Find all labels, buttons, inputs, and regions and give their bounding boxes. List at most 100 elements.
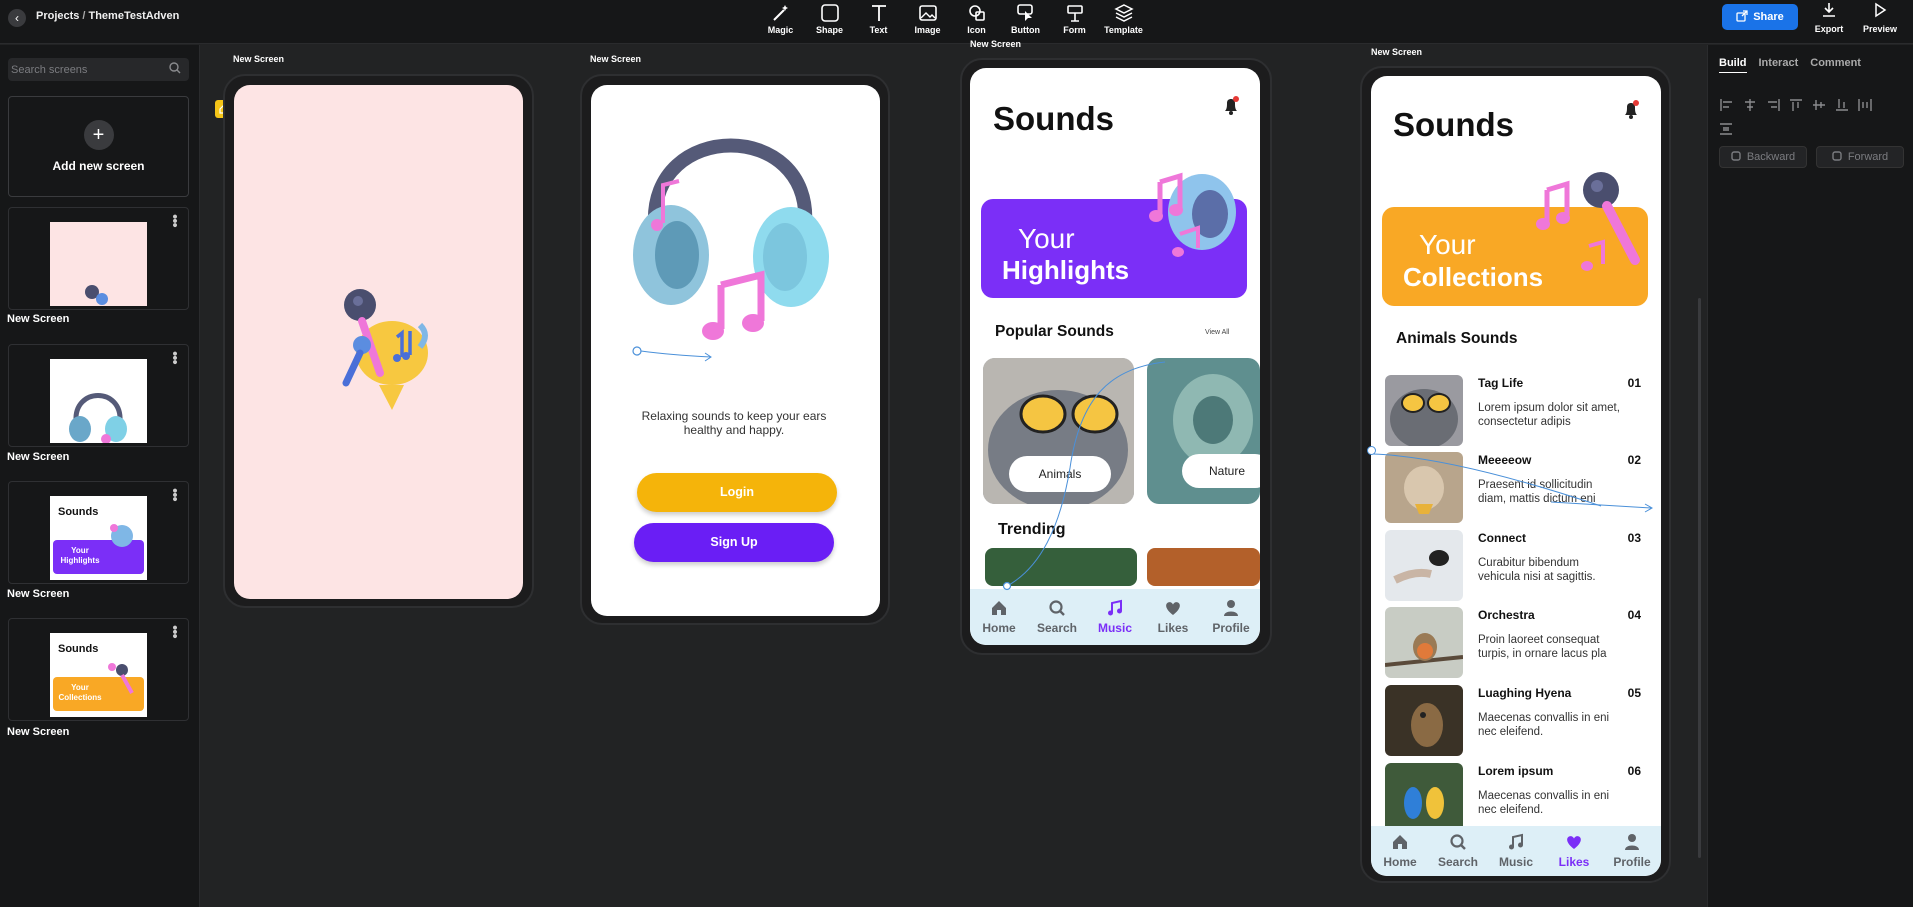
sign-up-button[interactable]: Sign Up: [634, 523, 834, 562]
nav-search[interactable]: Search: [1028, 599, 1086, 635]
item-number: 06: [1627, 764, 1641, 778]
list-item[interactable]: Lorem ipsum 06 Maecenas convallis in eni…: [1385, 763, 1647, 835]
screens-panel: + Add new screen ••• New Screen ••• New …: [0, 45, 200, 907]
welcome-screen[interactable]: Relaxing sounds to keep your ears health…: [591, 85, 880, 616]
nav-search[interactable]: Search: [1429, 833, 1487, 869]
square-icon: [819, 3, 841, 23]
list-item[interactable]: Luaghing Hyena 05 Maecenas convallis in …: [1385, 685, 1647, 757]
nav-music[interactable]: Music: [1487, 833, 1545, 869]
microphone-illustration-icon: [1536, 172, 1640, 271]
nav-profile[interactable]: Profile: [1202, 599, 1260, 635]
device-frame: Relaxing sounds to keep your ears health…: [580, 74, 890, 625]
tool-shape[interactable]: Shape: [805, 0, 854, 44]
add-new-screen-button[interactable]: + Add new screen: [8, 96, 189, 197]
align-left-icon[interactable]: [1720, 99, 1734, 114]
add-new-screen-label: Add new screen: [52, 159, 145, 173]
collections-card-line1: Your: [1419, 229, 1476, 260]
list-item[interactable]: Orchestra 04 Proin laoreet consequat tur…: [1385, 607, 1647, 679]
plus-icon: +: [83, 120, 114, 150]
tool-icon[interactable]: Icon: [952, 0, 1001, 44]
tool-magic[interactable]: Magic: [756, 0, 805, 44]
align-middle-icon[interactable]: [1812, 99, 1826, 114]
animals-card[interactable]: Animals: [983, 358, 1134, 504]
breadcrumb-projects[interactable]: Projects: [36, 10, 79, 22]
item-number: 05: [1627, 686, 1641, 700]
tool-image[interactable]: Image: [903, 0, 952, 44]
screen-thumbnail[interactable]: Sounds Your Collections •••: [8, 618, 189, 721]
align-center-icon[interactable]: [1743, 99, 1757, 114]
nav-likes[interactable]: Likes: [1144, 599, 1202, 635]
hyena-thumbnail: [1385, 685, 1463, 756]
list-item[interactable]: Connect 03 Curabitur bibendum vehicula n…: [1385, 530, 1647, 602]
section-title: Animals Sounds: [1396, 330, 1518, 347]
collections-screen[interactable]: Sounds Your Collections Animals Sounds T…: [1371, 76, 1661, 876]
item-number: 02: [1627, 453, 1641, 467]
distribute-horizontal-icon[interactable]: [1858, 99, 1872, 114]
device-frame: Sounds Your Highlights Popular Sounds Vi…: [960, 58, 1272, 655]
nav-likes[interactable]: Likes: [1545, 833, 1603, 869]
align-right-icon[interactable]: [1766, 99, 1780, 114]
view-all-link[interactable]: View All: [1205, 329, 1229, 336]
canvas-scrollbar[interactable]: [1698, 298, 1701, 858]
search-icon: [169, 61, 181, 79]
share-button[interactable]: Share: [1722, 4, 1798, 30]
tab-build[interactable]: Build: [1719, 57, 1747, 73]
distribute-vertical-icon[interactable]: [1720, 123, 1734, 138]
back-button[interactable]: ‹: [8, 9, 26, 27]
send-backward-button[interactable]: Backward: [1719, 146, 1807, 168]
music-note-icon: [1507, 833, 1525, 851]
bring-forward-button[interactable]: Forward: [1816, 146, 1904, 168]
tab-comment[interactable]: Comment: [1810, 57, 1861, 73]
nature-card[interactable]: Nature: [1147, 358, 1260, 504]
shapes-icon: [966, 3, 988, 23]
top-toolbar: ‹ Projects / ThemeTestAdven Magic Shape …: [0, 0, 1913, 44]
tab-interact[interactable]: Interact: [1759, 57, 1799, 73]
preview-button[interactable]: Preview: [1860, 2, 1900, 36]
list-item[interactable]: Tag Life 01 Lorem ipsum dolor sit amet, …: [1385, 375, 1647, 447]
export-button[interactable]: Export: [1809, 2, 1849, 36]
screen-thumbnail[interactable]: •••: [8, 344, 189, 447]
forward-label: Forward: [1847, 151, 1889, 163]
trending-autumn-card[interactable]: [1147, 548, 1260, 586]
play-icon: [1872, 2, 1888, 23]
breadcrumb-separator: /: [82, 10, 86, 22]
nav-music[interactable]: Music: [1086, 599, 1144, 635]
align-bottom-icon[interactable]: [1835, 99, 1849, 114]
notification-bell-icon[interactable]: [1622, 100, 1640, 125]
screen-thumbnail[interactable]: Sounds Your Highlights •••: [8, 481, 189, 584]
panel-tabs: Build Interact Comment: [1719, 57, 1861, 73]
insert-tools: Magic Shape Text Image Icon Button Form: [756, 0, 1148, 44]
more-options-icon[interactable]: •••: [166, 351, 183, 364]
nav-home[interactable]: Home: [1371, 833, 1429, 869]
more-options-icon[interactable]: •••: [166, 625, 183, 638]
breadcrumb: Projects / ThemeTestAdven: [36, 10, 179, 22]
tool-button[interactable]: Button: [1001, 0, 1050, 44]
more-options-icon[interactable]: •••: [166, 488, 183, 501]
tool-image-label: Image: [914, 25, 941, 35]
trending-forest-card[interactable]: [985, 548, 1137, 586]
highlights-screen[interactable]: Sounds Your Highlights Popular Sounds Vi…: [970, 68, 1260, 645]
nav-home[interactable]: Home: [970, 599, 1028, 635]
login-button[interactable]: Login: [637, 473, 837, 512]
microphone-illustration-icon: [85, 285, 108, 305]
share-label: Share: [1753, 11, 1784, 23]
connection-handle[interactable]: [1367, 446, 1376, 455]
search-input[interactable]: [11, 63, 161, 76]
align-top-icon[interactable]: [1789, 99, 1803, 114]
screen-label: New Screen: [970, 39, 1022, 49]
tool-shape-label: Shape: [815, 25, 843, 35]
screen-label: New Screen: [233, 54, 285, 64]
notification-bell-icon[interactable]: [1222, 96, 1240, 121]
heart-icon: [1565, 833, 1583, 851]
highlights-card-line2: Highlights: [1002, 255, 1130, 285]
tool-text[interactable]: Text: [854, 0, 903, 44]
screen-label: New Screen: [590, 54, 642, 64]
more-options-icon[interactable]: •••: [166, 214, 183, 227]
list-item[interactable]: Meeeeow 02 Praesent id sollicitudin diam…: [1385, 452, 1647, 524]
tool-form[interactable]: Form: [1050, 0, 1099, 44]
splash-screen[interactable]: [234, 85, 523, 599]
breadcrumb-file[interactable]: ThemeTestAdven: [88, 10, 179, 22]
nav-profile[interactable]: Profile: [1603, 833, 1661, 869]
screen-thumbnail[interactable]: •••: [8, 207, 189, 310]
tool-template[interactable]: Template: [1099, 0, 1148, 44]
